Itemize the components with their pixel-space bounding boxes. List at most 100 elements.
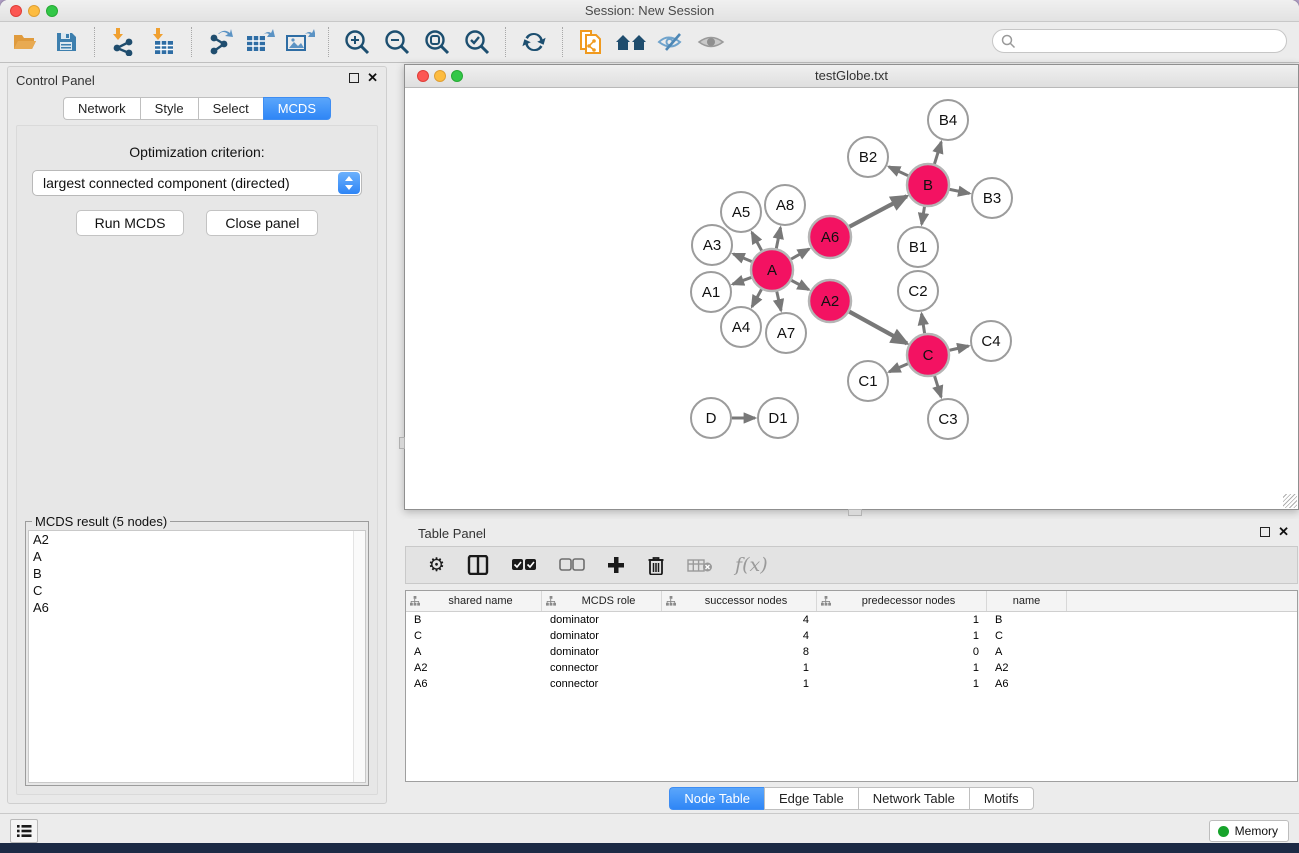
- close-table-panel-icon[interactable]: ✕: [1278, 526, 1289, 538]
- zoom-selected-icon[interactable]: [457, 25, 497, 59]
- select-all-icon[interactable]: [511, 558, 537, 572]
- graph-node-A1[interactable]: A1: [691, 272, 731, 312]
- column-header-shared-name[interactable]: shared name: [406, 591, 542, 611]
- edge-A-A4[interactable]: [752, 289, 762, 306]
- edge-A-A6[interactable]: [791, 249, 809, 259]
- edge-A-A1[interactable]: [733, 277, 752, 284]
- graph-node-B[interactable]: B: [907, 164, 949, 206]
- edge-A-A3[interactable]: [733, 254, 751, 262]
- close-panel-button[interactable]: Close panel: [206, 210, 318, 236]
- graph-node-A4[interactable]: A4: [721, 307, 761, 347]
- edge-A-A7[interactable]: [777, 291, 781, 310]
- graph-node-A5[interactable]: A5: [721, 192, 761, 232]
- graph-node-A8[interactable]: A8: [765, 185, 805, 225]
- graph-node-A2[interactable]: A2: [809, 280, 851, 322]
- graph-node-B1[interactable]: B1: [898, 227, 938, 267]
- export-image-icon[interactable]: [280, 25, 320, 59]
- table-tab-motifs[interactable]: Motifs: [969, 787, 1034, 810]
- tab-style[interactable]: Style: [140, 97, 198, 120]
- edge-A6-B[interactable]: [849, 196, 906, 226]
- table-row[interactable]: Cdominator41C: [406, 628, 1297, 644]
- tab-select[interactable]: Select: [198, 97, 263, 120]
- task-history-button[interactable]: [10, 819, 38, 843]
- network-zoom-button[interactable]: [451, 70, 463, 82]
- network-close-button[interactable]: [417, 70, 429, 82]
- graph-node-D1[interactable]: D1: [758, 398, 798, 438]
- graph-node-C1[interactable]: C1: [848, 361, 888, 401]
- close-panel-icon[interactable]: ✕: [367, 72, 378, 84]
- run-mcds-button[interactable]: Run MCDS: [76, 210, 185, 236]
- left-splitter-handle[interactable]: [399, 437, 405, 449]
- duplicate-network-icon[interactable]: [571, 25, 611, 59]
- mcds-result-list[interactable]: A2ABCA6: [28, 530, 366, 783]
- edge-A-A5[interactable]: [752, 232, 762, 250]
- result-item[interactable]: A: [29, 548, 365, 565]
- table-row[interactable]: A2connector11A2: [406, 660, 1297, 676]
- network-canvas[interactable]: B4B2BB3B1A5A8A6A3AA1A2A4A7C2C4CC1C3DD1: [405, 88, 1298, 509]
- edge-C-C1[interactable]: [889, 364, 908, 372]
- edge-C-C3[interactable]: [935, 376, 942, 397]
- graph-node-C[interactable]: C: [907, 334, 949, 376]
- first-neighbors-icon[interactable]: [611, 25, 651, 59]
- graph-node-C3[interactable]: C3: [928, 399, 968, 439]
- edge-A-A2[interactable]: [791, 280, 808, 289]
- deselect-all-icon[interactable]: [559, 558, 585, 572]
- graph-node-A6[interactable]: A6: [809, 216, 851, 258]
- column-header-MCDS-role[interactable]: MCDS role: [542, 591, 662, 611]
- edge-C-C2[interactable]: [922, 314, 925, 334]
- function-builder-icon[interactable]: f(x): [735, 554, 768, 576]
- float-table-panel-icon[interactable]: [1260, 527, 1270, 537]
- close-window-button[interactable]: [10, 5, 22, 17]
- table-tab-edge-table[interactable]: Edge Table: [764, 787, 858, 810]
- float-panel-icon[interactable]: [349, 73, 359, 83]
- edge-B-B2[interactable]: [889, 167, 908, 176]
- delete-icon[interactable]: [647, 555, 665, 575]
- hide-selected-icon[interactable]: [651, 25, 691, 59]
- column-header-successor-nodes[interactable]: successor nodes: [662, 591, 817, 611]
- export-network-icon[interactable]: [200, 25, 240, 59]
- table-row[interactable]: Bdominator41B: [406, 612, 1297, 628]
- edge-C-C4[interactable]: [949, 346, 968, 350]
- edge-B-B1[interactable]: [922, 207, 925, 225]
- add-column-icon[interactable]: [607, 556, 625, 574]
- result-item[interactable]: C: [29, 582, 365, 599]
- node-table[interactable]: shared nameMCDS rolesuccessor nodesprede…: [405, 590, 1298, 782]
- graph-node-C2[interactable]: C2: [898, 271, 938, 311]
- edge-A-A8[interactable]: [776, 228, 780, 249]
- table-tab-network-table[interactable]: Network Table: [858, 787, 969, 810]
- table-row[interactable]: Adominator80A: [406, 644, 1297, 660]
- import-table-icon[interactable]: [143, 25, 183, 59]
- graph-node-A7[interactable]: A7: [766, 313, 806, 353]
- zoom-out-icon[interactable]: [377, 25, 417, 59]
- graph-node-B4[interactable]: B4: [928, 100, 968, 140]
- bottom-splitter-handle[interactable]: [848, 509, 862, 516]
- table-tab-node-table[interactable]: Node Table: [669, 787, 764, 810]
- graph-node-D[interactable]: D: [691, 398, 731, 438]
- zoom-fit-icon[interactable]: [417, 25, 457, 59]
- graph-node-A[interactable]: A: [751, 249, 793, 291]
- zoom-window-button[interactable]: [46, 5, 58, 17]
- tab-mcds[interactable]: MCDS: [263, 97, 331, 120]
- result-item[interactable]: A2: [29, 531, 365, 548]
- optimization-criterion-select[interactable]: largest connected component (directed): [32, 170, 362, 196]
- delete-table-icon[interactable]: [687, 557, 713, 573]
- window-resize-grip[interactable]: [1283, 494, 1297, 508]
- gear-icon[interactable]: ⚙: [428, 554, 445, 577]
- column-header-predecessor-nodes[interactable]: predecessor nodes: [817, 591, 987, 611]
- column-header-name[interactable]: name: [987, 591, 1067, 611]
- open-file-icon[interactable]: [6, 25, 46, 59]
- edge-A2-C[interactable]: [849, 312, 907, 344]
- save-session-icon[interactable]: [46, 25, 86, 59]
- graph-node-A3[interactable]: A3: [692, 225, 732, 265]
- result-scrollbar[interactable]: [353, 531, 365, 782]
- tab-network[interactable]: Network: [63, 97, 140, 120]
- result-item[interactable]: A6: [29, 599, 365, 616]
- graph-node-B2[interactable]: B2: [848, 137, 888, 177]
- search-input[interactable]: [992, 29, 1287, 53]
- result-item[interactable]: B: [29, 565, 365, 582]
- memory-button[interactable]: Memory: [1209, 820, 1289, 842]
- split-columns-icon[interactable]: [467, 555, 489, 575]
- import-network-icon[interactable]: [103, 25, 143, 59]
- show-all-icon[interactable]: [691, 25, 731, 59]
- zoom-in-icon[interactable]: [337, 25, 377, 59]
